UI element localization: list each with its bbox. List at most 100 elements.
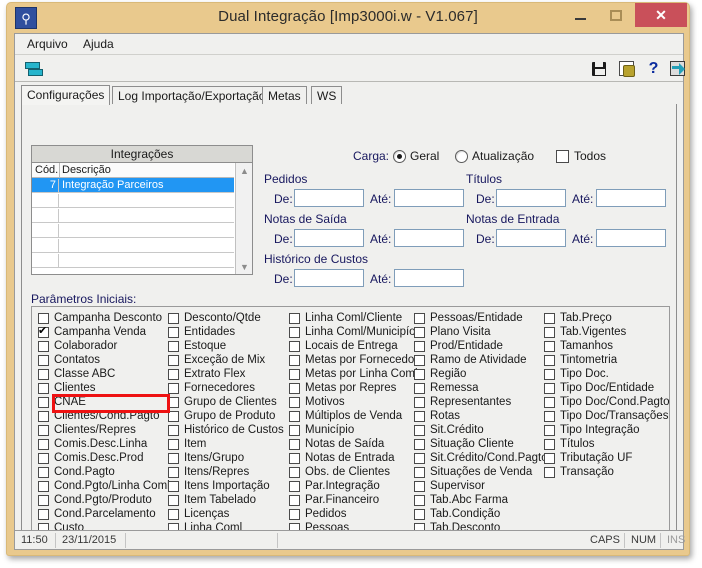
param-checkbox-row[interactable]: Desconto/Qtde xyxy=(168,312,286,326)
param-checkbox-row[interactable]: Metas por Fornecedor xyxy=(289,354,418,368)
param-checkbox-row[interactable]: Grupo de Clientes xyxy=(168,396,286,410)
param-checkbox[interactable] xyxy=(414,327,425,338)
param-checkbox[interactable] xyxy=(168,481,179,492)
param-checkbox[interactable] xyxy=(289,453,300,464)
param-checkbox-row[interactable]: Prod/Entidade xyxy=(414,340,542,354)
exit-icon[interactable] xyxy=(667,58,688,79)
param-checkbox-row[interactable]: Tipo Integração xyxy=(544,424,668,438)
param-checkbox[interactable] xyxy=(414,467,425,478)
param-checkbox[interactable] xyxy=(289,383,300,394)
param-checkbox[interactable] xyxy=(38,383,49,394)
maximize-button[interactable] xyxy=(599,3,633,27)
param-checkbox-row[interactable]: Tamanhos xyxy=(544,340,668,354)
param-checkbox[interactable] xyxy=(38,341,49,352)
param-checkbox[interactable] xyxy=(168,369,179,380)
param-checkbox-row[interactable]: Metas por Repres xyxy=(289,382,413,396)
param-checkbox-row[interactable]: Classe ABC xyxy=(38,368,164,382)
param-checkbox[interactable] xyxy=(544,327,555,338)
notas-saida-ate-input[interactable] xyxy=(394,229,464,247)
pedidos-de-input[interactable] xyxy=(294,189,364,207)
help-icon[interactable]: ? xyxy=(643,58,664,79)
menu-item-arquivo[interactable]: Arquivo xyxy=(23,37,72,51)
param-checkbox-row[interactable]: Item xyxy=(168,438,286,452)
tab-ws[interactable]: WS xyxy=(311,86,343,105)
param-checkbox[interactable] xyxy=(544,439,555,450)
radio-geral[interactable] xyxy=(393,150,406,163)
param-checkbox-row[interactable]: Situação Cliente xyxy=(414,438,542,452)
param-checkbox[interactable] xyxy=(414,369,425,380)
param-checkbox-row[interactable]: Licenças xyxy=(168,508,286,522)
table-row[interactable] xyxy=(32,253,234,268)
param-checkbox-row[interactable]: Tab.Condição xyxy=(414,508,542,522)
param-checkbox-row[interactable]: Fornecedores xyxy=(168,382,286,396)
param-checkbox-row[interactable]: Ramo de Atividade xyxy=(414,354,542,368)
table-row[interactable] xyxy=(32,238,234,253)
param-checkbox[interactable] xyxy=(414,439,425,450)
param-checkbox-row[interactable]: Tab.Vigentes xyxy=(544,326,668,340)
save-icon[interactable] xyxy=(588,58,609,79)
checkbox-todos[interactable] xyxy=(556,150,569,163)
param-checkbox-row[interactable]: Sit.Crédito/Cond.Pagto xyxy=(414,452,548,466)
menu-item-ajuda[interactable]: Ajuda xyxy=(79,37,118,51)
param-checkbox[interactable] xyxy=(38,453,49,464)
param-checkbox-row[interactable]: Itens/Repres xyxy=(168,466,286,480)
titulos-ate-input[interactable] xyxy=(596,189,666,207)
param-checkbox-row[interactable]: Município xyxy=(289,424,413,438)
scroll-up-icon[interactable]: ▲ xyxy=(236,163,253,178)
param-checkbox[interactable] xyxy=(38,397,49,408)
param-checkbox[interactable] xyxy=(38,439,49,450)
tab-configuracoes[interactable]: Configurações xyxy=(21,85,111,105)
radio-atualizacao[interactable] xyxy=(455,150,468,163)
param-checkbox[interactable] xyxy=(414,453,425,464)
param-checkbox[interactable] xyxy=(414,341,425,352)
param-checkbox-row[interactable]: Região xyxy=(414,368,542,382)
param-checkbox[interactable] xyxy=(544,467,555,478)
param-checkbox[interactable] xyxy=(414,397,425,408)
param-checkbox[interactable] xyxy=(38,495,49,506)
param-checkbox-row[interactable]: Pessoas/Entidade xyxy=(414,312,542,326)
param-checkbox[interactable] xyxy=(414,425,425,436)
param-checkbox[interactable] xyxy=(168,425,179,436)
param-checkbox-row[interactable]: Tipo Doc/Transações xyxy=(544,410,668,424)
param-checkbox[interactable] xyxy=(289,439,300,450)
param-checkbox-row[interactable]: Grupo de Produto xyxy=(168,410,286,424)
param-checkbox[interactable] xyxy=(168,509,179,520)
param-checkbox-row[interactable]: Estoque xyxy=(168,340,286,354)
param-checkbox-row[interactable]: Pedidos xyxy=(289,508,413,522)
param-checkbox[interactable] xyxy=(168,313,179,324)
param-checkbox[interactable] xyxy=(414,495,425,506)
param-checkbox[interactable] xyxy=(38,481,49,492)
param-checkbox[interactable] xyxy=(544,313,555,324)
sync-integration-icon[interactable] xyxy=(23,58,44,79)
param-checkbox[interactable] xyxy=(544,411,555,422)
param-checkbox-row[interactable]: Itens Importação xyxy=(168,480,286,494)
param-checkbox-row[interactable]: Cond.Parcelamento xyxy=(38,508,164,522)
param-checkbox-row[interactable]: Cond.Pgto/Produto xyxy=(38,494,164,508)
param-checkbox-row[interactable]: Tipo Doc/Entidade xyxy=(544,382,668,396)
param-checkbox[interactable] xyxy=(414,355,425,366)
param-checkbox-row[interactable]: Clientes/Cond.Pagto xyxy=(38,410,164,424)
param-checkbox[interactable] xyxy=(168,467,179,478)
param-checkbox-row[interactable]: Itens/Grupo xyxy=(168,452,286,466)
param-checkbox-row[interactable]: Tipo Doc. xyxy=(544,368,668,382)
param-checkbox-row[interactable]: Colaborador xyxy=(38,340,164,354)
param-checkbox[interactable] xyxy=(544,341,555,352)
param-checkbox-row[interactable]: Notas de Entrada xyxy=(289,452,413,466)
minimize-button[interactable] xyxy=(563,3,597,27)
param-checkbox[interactable] xyxy=(38,369,49,380)
param-checkbox[interactable] xyxy=(289,495,300,506)
param-checkbox-row[interactable]: Cond.Pgto/Linha Coml xyxy=(38,480,170,494)
close-button[interactable]: ✕ xyxy=(635,3,687,27)
param-checkbox[interactable] xyxy=(38,467,49,478)
param-checkbox[interactable] xyxy=(544,369,555,380)
param-checkbox[interactable] xyxy=(289,327,300,338)
param-checkbox[interactable] xyxy=(168,383,179,394)
param-checkbox[interactable] xyxy=(289,467,300,478)
param-checkbox-row[interactable]: Campanha Venda xyxy=(38,324,164,340)
param-checkbox-row[interactable]: Tributação UF xyxy=(544,452,668,466)
grid-scrollbar[interactable]: ▲ ▼ xyxy=(235,163,252,274)
param-checkbox[interactable] xyxy=(414,383,425,394)
param-checkbox[interactable] xyxy=(289,341,300,352)
param-checkbox-row[interactable]: Linha Coml/Cliente xyxy=(289,312,413,326)
param-checkbox[interactable] xyxy=(544,453,555,464)
